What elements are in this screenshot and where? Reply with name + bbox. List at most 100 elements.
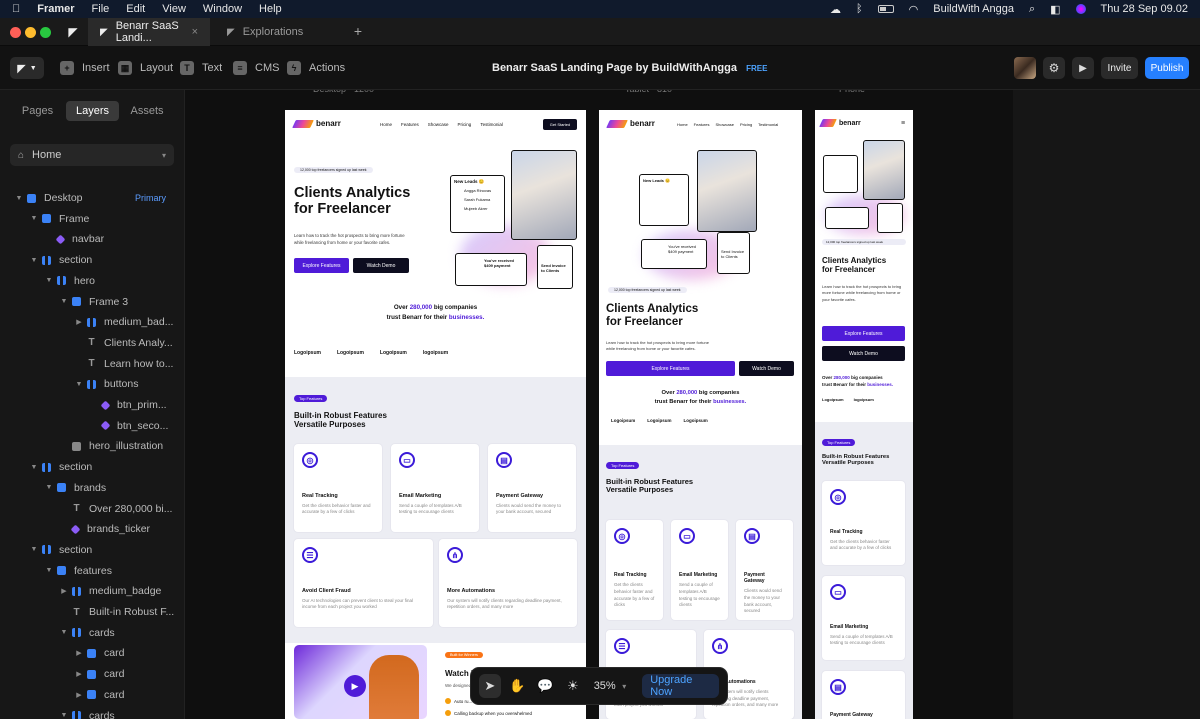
layer-row[interactable]: brands_ticker xyxy=(0,519,184,539)
breakpoint-label-tablet[interactable]: Tablet · 810 xyxy=(625,90,672,98)
tablet-frame[interactable]: benarr Home Features Showcase Pricing Te… xyxy=(599,110,802,719)
layer-row[interactable]: ▼ cards xyxy=(0,706,184,719)
explore-features-button[interactable]: Explore Features xyxy=(822,326,905,341)
layer-row[interactable]: ▶ card xyxy=(0,664,184,684)
menubar-datetime[interactable]: Thu 28 Sep 09.02 xyxy=(1101,3,1188,15)
layer-caret-icon[interactable]: ▼ xyxy=(59,629,69,636)
watch-demo-button[interactable]: Watch Demo xyxy=(822,346,905,361)
feature-card[interactable]: ▤Payment GatewayClients would send the m… xyxy=(736,520,793,620)
layer-caret-icon[interactable]: ▼ xyxy=(59,298,69,305)
layer-caret-icon[interactable]: ▼ xyxy=(44,484,54,491)
nav-home[interactable]: Home xyxy=(677,122,688,127)
layer-row[interactable]: T Clients Analy... xyxy=(0,333,184,353)
layer-row[interactable]: ▼ Desktop Primary xyxy=(0,188,184,208)
layer-row[interactable]: ▶ medium_bad... xyxy=(0,312,184,332)
tab-layers[interactable]: Layers xyxy=(66,101,119,121)
feature-card[interactable]: ⋔ More Automations Our system will notify … xyxy=(439,539,577,627)
canvas-empty-area[interactable] xyxy=(1013,90,1200,719)
layer-row[interactable]: ▼ Frame 3 xyxy=(0,292,184,312)
nav-testimonial[interactable]: Testimonial xyxy=(758,122,778,127)
tab-assets[interactable]: Assets xyxy=(120,101,174,121)
explore-features-button[interactable]: Explore Features xyxy=(606,361,735,376)
nav-home[interactable]: Home xyxy=(380,122,392,127)
framer-menu-button[interactable]: ◤ ▼ xyxy=(10,57,44,79)
nav-features[interactable]: Features xyxy=(401,122,419,127)
settings-gear-icon[interactable]: ⚙ xyxy=(1043,57,1065,79)
layer-row[interactable]: ▶ medium_badge xyxy=(0,581,184,601)
nav-showcase[interactable]: Showcase xyxy=(715,122,733,127)
publish-button[interactable]: Publish xyxy=(1145,57,1189,79)
close-tab-icon[interactable]: × xyxy=(192,26,198,38)
hand-tool-icon[interactable]: ✋ xyxy=(507,674,529,698)
close-window-button[interactable] xyxy=(10,27,21,38)
layer-row[interactable]: ▼ features xyxy=(0,561,184,581)
layer-caret-icon[interactable]: ▶ xyxy=(74,318,84,326)
nav-pricing[interactable]: Pricing xyxy=(458,122,472,127)
menu-file[interactable]: File xyxy=(92,3,110,15)
siri-icon[interactable] xyxy=(1075,4,1086,14)
menu-help[interactable]: Help xyxy=(259,3,282,15)
site-logo[interactable]: benarr xyxy=(606,119,655,128)
feature-card[interactable]: ☰ Avoid Client Fraud Our AI technologies c… xyxy=(294,539,433,627)
bluetooth-icon[interactable]: ᛒ xyxy=(856,3,863,15)
upgrade-now-button[interactable]: Upgrade Now xyxy=(642,674,719,698)
layer-row[interactable]: ▼ section xyxy=(0,250,184,270)
layer-row[interactable]: btn_prim... xyxy=(0,395,184,415)
layer-caret-icon[interactable]: ▼ xyxy=(29,546,39,553)
nav-showcase[interactable]: Showcase xyxy=(428,122,449,127)
tab-explorations[interactable]: ◤ Explorations xyxy=(215,18,345,46)
feature-card[interactable]: ▭ Email Marketing Send a couple of templat… xyxy=(671,520,728,620)
framer-home-icon[interactable]: ◤ xyxy=(66,25,80,39)
layer-row[interactable]: T Over 280,000 bi... xyxy=(0,499,184,519)
tab-pages[interactable]: Pages xyxy=(10,101,65,121)
spotlight-icon[interactable]: ⌕ xyxy=(1029,3,1035,16)
insert-button[interactable]: + Insert xyxy=(60,58,110,78)
nav-pricing[interactable]: Pricing xyxy=(740,122,752,127)
layer-caret-icon[interactable]: ▶ xyxy=(74,691,84,699)
canvas[interactable]: Desktop · 1200 Tablet · 810 Phone benarr… xyxy=(185,90,1200,719)
hamburger-menu-icon[interactable]: ≡ xyxy=(901,120,905,127)
feature-card[interactable]: ▤Payment GatewayClients would send the m… xyxy=(488,444,576,532)
phone-frame[interactable]: benarr ≡ 12,000 top freelancers signed u… xyxy=(815,110,913,719)
invite-button[interactable]: Invite xyxy=(1101,57,1138,79)
apple-icon[interactable]:  xyxy=(12,3,20,15)
video-play-icon[interactable]: ▶ xyxy=(344,675,366,697)
layer-caret-icon[interactable]: ▶ xyxy=(59,587,69,595)
layer-row[interactable]: ▶ card xyxy=(0,643,184,663)
menu-view[interactable]: View xyxy=(162,3,186,15)
breakpoint-label-desktop[interactable]: Desktop · 1200 xyxy=(313,90,374,98)
layer-caret-icon[interactable]: ▼ xyxy=(29,257,39,264)
avatar[interactable] xyxy=(1014,57,1036,79)
layer-caret-icon[interactable]: ▶ xyxy=(74,670,84,678)
layer-row[interactable]: ▶ card xyxy=(0,685,184,705)
layer-row[interactable]: ▼ section xyxy=(0,457,184,477)
comment-icon[interactable]: 💬 xyxy=(534,674,556,698)
how-video-thumbnail[interactable]: ▶ xyxy=(294,645,427,719)
layout-button[interactable]: ▦ Layout xyxy=(118,58,173,78)
desktop-frame[interactable]: benarr Home Features Showcase Pricing Te… xyxy=(285,110,586,719)
wifi-icon[interactable]: ◠ xyxy=(909,3,919,16)
feature-card[interactable]: ▤Payment GatewayClients would send the m… xyxy=(822,671,905,719)
zoom-selector[interactable]: 35% ▾ xyxy=(590,674,631,698)
layer-caret-icon[interactable]: ▼ xyxy=(74,381,84,388)
layer-caret-icon[interactable]: ▼ xyxy=(44,567,54,574)
creative-cloud-icon[interactable]: ☁ xyxy=(830,3,841,16)
feature-card[interactable]: ◎ Real Tracking Get the clients behavior f… xyxy=(822,481,905,565)
site-logo[interactable]: benarr xyxy=(292,119,341,128)
layer-row[interactable]: navbar xyxy=(0,229,184,249)
feature-card[interactable]: ▭ Email Marketing Send a couple of templat… xyxy=(391,444,479,532)
layer-row[interactable]: hero_illustration xyxy=(0,436,184,456)
minimize-window-button[interactable] xyxy=(25,27,36,38)
layer-row[interactable]: ▼ section xyxy=(0,540,184,560)
watch-demo-button[interactable]: Watch Demo xyxy=(353,258,409,273)
preview-play-icon[interactable]: ▶ xyxy=(1072,57,1094,79)
select-cursor-icon[interactable]: ➤ xyxy=(479,674,501,698)
maximize-window-button[interactable] xyxy=(40,27,51,38)
layer-caret-icon[interactable]: ▼ xyxy=(29,464,39,471)
layer-row[interactable]: ▼ brands xyxy=(0,478,184,498)
control-center-icon[interactable]: ◧ xyxy=(1050,3,1060,16)
explore-features-button[interactable]: Explore Features xyxy=(294,258,349,273)
menu-app-name[interactable]: Framer xyxy=(37,3,74,15)
feature-card[interactable]: ◎ Real Tracking Get the clients behavior f… xyxy=(606,520,663,620)
feature-card[interactable]: ◎ Real Tracking Get the clients behavior f… xyxy=(294,444,382,532)
